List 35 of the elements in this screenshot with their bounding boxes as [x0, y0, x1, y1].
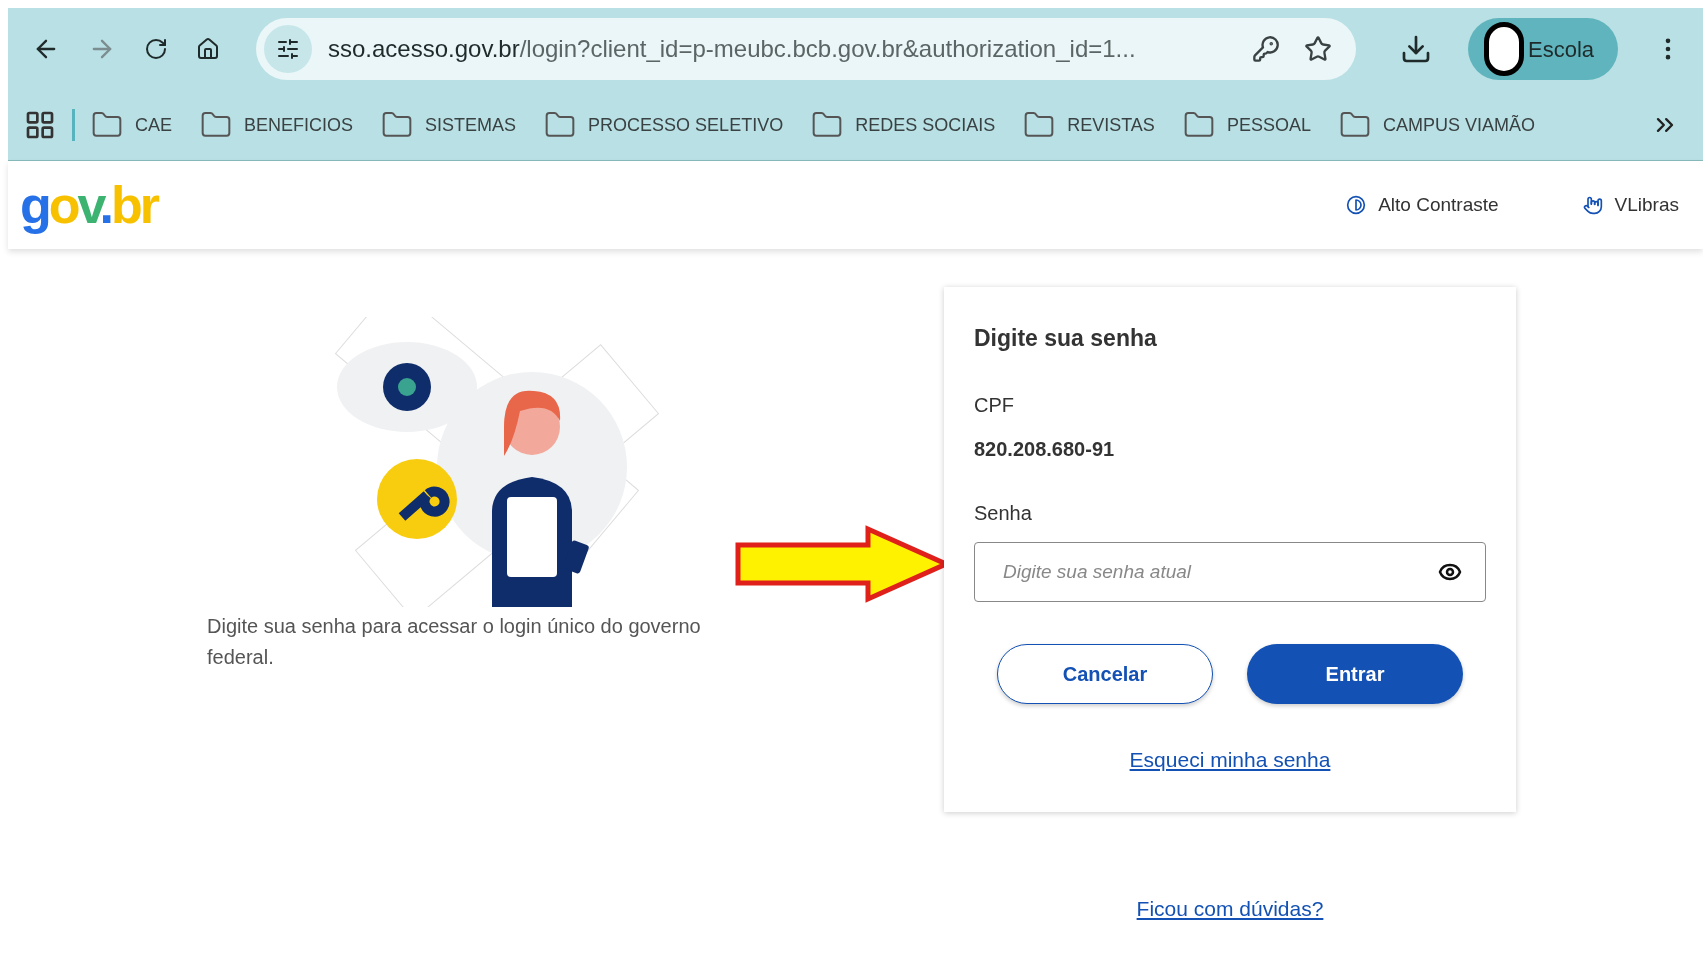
bookmark-folder[interactable]: REVISTAS — [1023, 109, 1155, 141]
reload-icon[interactable] — [144, 37, 168, 61]
site-settings-button[interactable] — [264, 25, 312, 73]
enter-button[interactable]: Entrar — [1247, 643, 1463, 704]
bookmark-folder[interactable]: REDES SOCIAIS — [811, 109, 996, 141]
sliders-icon — [276, 37, 300, 61]
bookmark-star-icon[interactable] — [1304, 35, 1332, 63]
cpf-value: 820.208.680-91 — [974, 436, 1116, 462]
avatar-icon — [1484, 22, 1524, 76]
cancel-button[interactable]: Cancelar — [997, 643, 1213, 704]
bookmark-folder[interactable]: CAMPUS VIAMÃO — [1338, 109, 1535, 141]
header-link[interactable]: Alto Contraste — [1346, 190, 1499, 220]
bookmark-folder[interactable]: BENEFICIOS — [200, 109, 354, 141]
password-field[interactable]: Digite sua senha atual — [974, 541, 1486, 602]
key-icon[interactable] — [1252, 35, 1280, 63]
apps-icon[interactable] — [24, 109, 56, 141]
bookmark-folder[interactable]: PESSOAL — [1182, 109, 1311, 141]
hand-icon — [1582, 195, 1603, 215]
header-link[interactable]: VLibras — [1582, 190, 1679, 220]
contrast-icon — [1346, 195, 1367, 215]
intro-text: Digite sua senha para acessar o login único do governo federal. — [207, 614, 702, 670]
bookmark-folder[interactable]: SISTEMAS — [381, 109, 517, 141]
download-icon[interactable] — [1400, 33, 1432, 65]
forgot-password-link[interactable]: Esqueci minha senha — [1129, 743, 1331, 775]
bookmark-folder[interactable]: CAE — [91, 109, 172, 141]
url-text: sso.acesso.gov.br/login?client_id=p-meubc.bcb.gov.br&authorization_id=1... — [328, 34, 1136, 64]
profile-name: Escola — [1528, 35, 1595, 64]
password-label: Senha — [974, 500, 1033, 526]
help-link[interactable]: Ficou com dúvidas? — [1136, 893, 1324, 925]
card-title: Digite sua senha — [974, 324, 1158, 353]
cpf-label: CPF — [974, 392, 1015, 418]
bookmark-folder[interactable]: PROCESSO SELETIVO — [544, 109, 784, 141]
address-bar[interactable]: sso.acesso.gov.br/login?client_id=p-meubc.bcb.gov.br&authorization_id=1... — [256, 18, 1356, 80]
home-icon[interactable] — [196, 37, 220, 61]
profile-button[interactable]: Escola — [1468, 18, 1618, 80]
